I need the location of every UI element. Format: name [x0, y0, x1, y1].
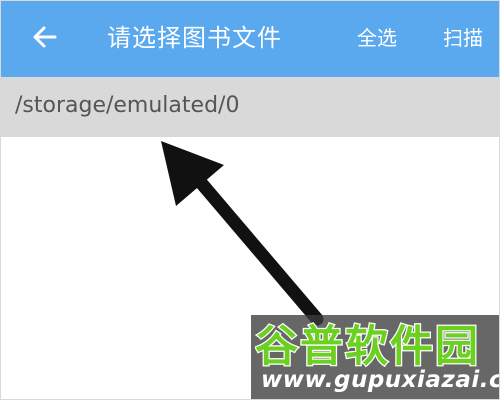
watermark-logo: 谷普软件园 — [255, 321, 480, 369]
watermark-url: www.gupuxiazai.com — [261, 367, 499, 393]
watermark-logo-text: 谷普软件园 — [255, 322, 480, 369]
watermark: 谷普软件园 www.gupuxiazai.com — [251, 315, 499, 399]
screenshot-frame: 请选择图书文件 全选 扫描 /storage/emulated/0 谷普软件园 … — [0, 0, 500, 400]
